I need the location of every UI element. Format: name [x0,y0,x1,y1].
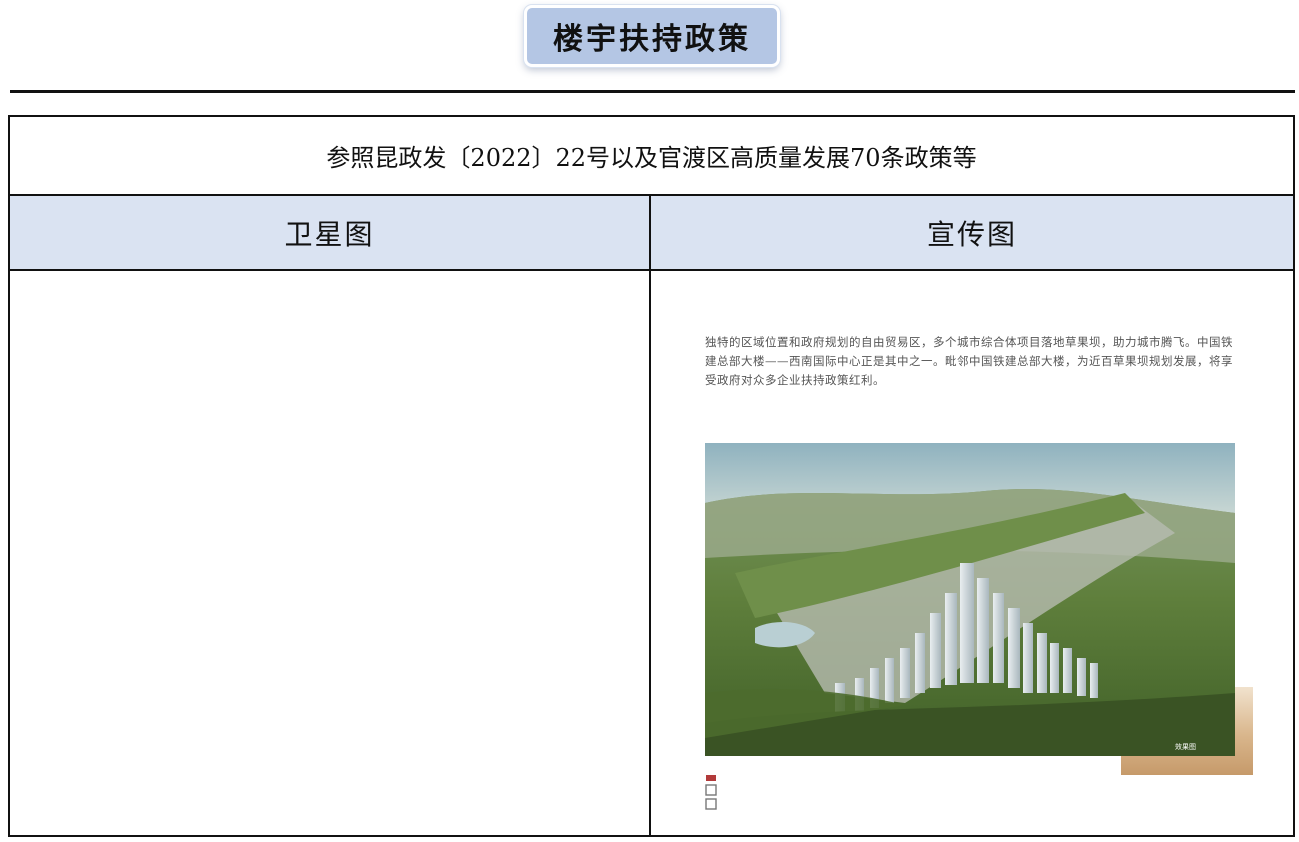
policy-table: 参照昆政发〔2022〕22号以及官渡区高质量发展70条政策等 卫星图 宣传图 独… [8,115,1295,837]
promo-caption: 独特的区域位置和政府规划的自由贸易区，多个城市综合体项目落地草果坝，助力城市腾飞… [705,335,1233,387]
title-divider [10,90,1295,93]
aerial-city-render: 效果图 [705,443,1235,756]
source-note: 参照昆政发〔2022〕22号以及官渡区高质量发展70条政策等 [8,115,1295,196]
satellite-image-cell [8,269,651,837]
page-title: 楼宇扶持政策 [524,5,780,67]
source-row: 参照昆政发〔2022〕22号以及官渡区高质量发展70条政策等 [8,115,1295,196]
promo-logo [705,773,717,813]
photo-label: 效果图 [1175,742,1196,751]
aerial-city-photo: 效果图 [705,443,1235,756]
promo-image: 独特的区域位置和政府规划的自由贸易区，多个城市综合体项目落地草果坝，助力城市腾飞… [705,333,1255,813]
satellite-header: 卫星图 [8,194,651,271]
header-row: 卫星图 宣传图 [8,194,1295,271]
promo-header: 宣传图 [649,194,1295,271]
image-row: 独特的区域位置和政府规划的自由贸易区，多个城市综合体项目落地草果坝，助力城市腾飞… [8,269,1295,837]
satellite-image-blank [10,271,649,835]
promo-image-cell: 独特的区域位置和政府规划的自由贸易区，多个城市综合体项目落地草果坝，助力城市腾飞… [649,269,1295,837]
